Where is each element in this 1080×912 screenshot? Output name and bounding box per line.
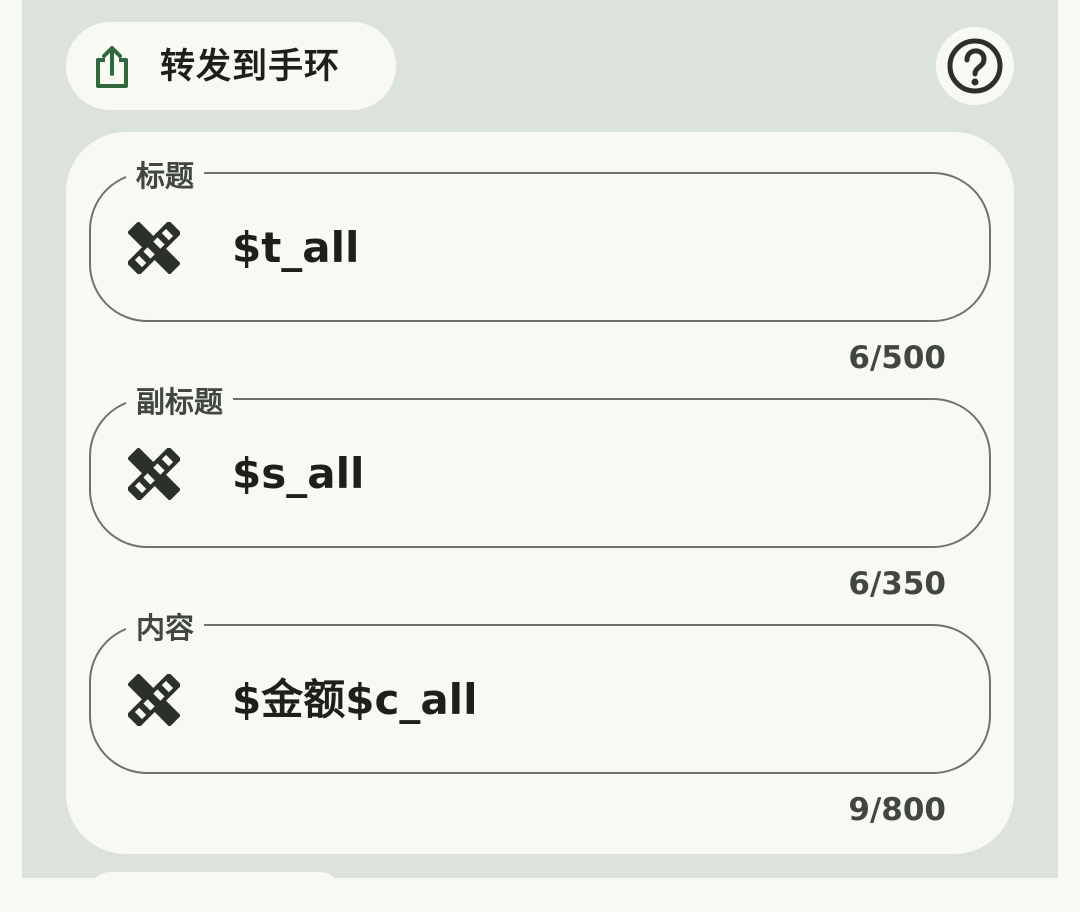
help-button[interactable] xyxy=(936,27,1014,105)
subtitle-value: $s_all xyxy=(232,449,365,498)
share-icon xyxy=(96,46,128,88)
subtitle-char-counter: 6/350 xyxy=(848,566,946,602)
content-value: $金额$c_all xyxy=(232,675,478,724)
title-input[interactable] xyxy=(89,172,991,322)
edit-ruler-icon xyxy=(128,448,180,500)
title-char-counter: 6/500 xyxy=(848,340,946,376)
help-icon xyxy=(947,38,1003,94)
title-value: $t_all xyxy=(232,223,360,272)
content-char-counter: 9/800 xyxy=(848,792,946,828)
next-chip[interactable] xyxy=(90,872,340,912)
forward-to-band-label: 转发到手环 xyxy=(160,47,341,87)
content-input[interactable] xyxy=(89,624,991,774)
edit-ruler-icon xyxy=(128,222,180,274)
subtitle-field-label: 副标题 xyxy=(126,382,234,422)
edit-ruler-icon xyxy=(128,674,180,726)
content-field-label: 内容 xyxy=(126,608,205,648)
title-field-label: 标题 xyxy=(126,156,205,196)
